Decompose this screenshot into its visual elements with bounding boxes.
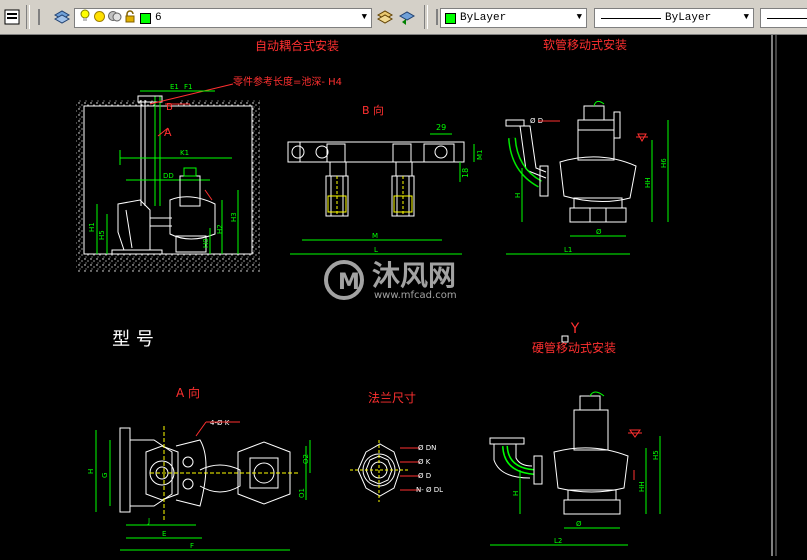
title-soft-pipe: 软管移动式安装 (543, 37, 627, 52)
make-current-layer-icon[interactable] (375, 7, 395, 27)
svg-text:J: J (147, 517, 150, 525)
svg-text:H0: H0 (202, 238, 210, 248)
svg-text:E: E (162, 530, 166, 538)
svg-text:H5: H5 (98, 230, 106, 240)
svg-text:L: L (374, 246, 378, 254)
svg-text:29: 29 (436, 123, 446, 132)
layer-dropdown[interactable]: 6 ▼ (74, 8, 372, 28)
linetype-value: ByLayer (665, 12, 712, 24)
svg-text:沐风网: 沐风网 (372, 259, 456, 292)
layer-name: 6 (155, 12, 162, 24)
on-off-bulb-icon[interactable] (79, 9, 91, 27)
drawing-canvas[interactable]: 自动耦合式安装 软管移动式安装 硬管移动式安装 Y B 向 A 向 法兰尺寸 型… (0, 35, 807, 556)
lineweight-dropdown[interactable] (760, 8, 807, 28)
svg-text:F: F (190, 542, 194, 550)
lock-icon[interactable] (124, 9, 136, 27)
layers-toolbar: 6 ▼ ByLayer ▼ ByLayer ▼ (0, 0, 807, 35)
svg-text:B: B (166, 102, 173, 113)
lineweight-preview (767, 17, 807, 19)
svg-text:4-Ø K: 4-Ø K (210, 419, 230, 427)
svg-text:H: H (87, 469, 95, 474)
title-model: 型 号 (112, 329, 154, 350)
title-auto-coupling: 自动耦合式安装 (255, 38, 339, 53)
layer-previous-icon[interactable] (397, 7, 417, 27)
soft-pipe-view: Ø D H6 HH H Ø L1 (505, 100, 669, 255)
title-hard-pipe: 硬管移动式安装 (532, 340, 616, 355)
color-swatch-icon (445, 12, 456, 24)
svg-text:K1: K1 (180, 149, 189, 157)
svg-text:Ø K: Ø K (418, 458, 431, 466)
svg-text:Ø D: Ø D (418, 472, 431, 480)
color-value: ByLayer (460, 12, 507, 24)
svg-text:H2: H2 (216, 224, 224, 234)
svg-text:M: M (372, 232, 378, 240)
viewport-freeze-icon[interactable] (108, 10, 122, 27)
properties-icon[interactable] (2, 7, 22, 27)
svg-text:O2: O2 (302, 454, 310, 464)
svg-text:A: A (164, 126, 172, 139)
svg-text:H: H (514, 193, 522, 198)
layer-properties-icon[interactable] (52, 7, 72, 27)
part-length-note: 零件参考长度=池深- H4 (233, 75, 342, 88)
svg-text:N- Ø DL: N- Ø DL (416, 486, 443, 494)
svg-text:G: G (101, 473, 109, 478)
svg-text:H1: H1 (88, 222, 96, 232)
chevron-down-icon[interactable]: ▼ (577, 12, 582, 22)
svg-text:www.mfcad.com: www.mfcad.com (374, 290, 457, 301)
title-view-a: A 向 (176, 385, 200, 400)
freeze-sun-icon[interactable] (93, 10, 106, 27)
svg-text:L1: L1 (564, 246, 572, 254)
chevron-down-icon[interactable]: ▼ (744, 12, 749, 22)
title-flange: 法兰尺寸 (368, 391, 416, 405)
svg-text:H6: H6 (660, 158, 668, 168)
title-view-b: B 向 (362, 103, 384, 117)
svg-text:H5: H5 (652, 450, 660, 460)
color-swatch-icon (140, 12, 151, 24)
chevron-down-icon[interactable]: ▼ (362, 12, 367, 22)
watermark: M 沐风网 www.mfcad.com (324, 259, 457, 301)
color-dropdown[interactable]: ByLayer ▼ (440, 8, 587, 28)
svg-text:18: 18 (461, 168, 470, 178)
linetype-dropdown[interactable]: ByLayer ▼ (594, 8, 754, 28)
svg-text:H3: H3 (230, 212, 238, 222)
svg-text:F1: F1 (184, 83, 192, 91)
auto-coupling-view: B A E1 F1 K1 DD H1 H5 H2 H3 H0 (76, 83, 260, 272)
svg-text:E1: E1 (170, 83, 179, 91)
svg-text:HH: HH (638, 481, 646, 492)
hard-pipe-view: H5 HH H Ø L2 (489, 391, 661, 546)
flange-view: Ø DN Ø K Ø D N- Ø DL (350, 440, 443, 502)
svg-text:Ø: Ø (576, 520, 582, 528)
svg-text:M1: M1 (476, 150, 484, 161)
svg-text:O1: O1 (298, 488, 306, 498)
svg-text:L2: L2 (554, 537, 562, 545)
svg-text:DD: DD (163, 172, 174, 180)
view-a: 4-Ø K H G O1 O2 J E F (87, 419, 311, 551)
svg-text:H: H (512, 491, 520, 496)
svg-text:Ø: Ø (596, 228, 602, 236)
grip-icon (30, 7, 50, 27)
svg-text:Ø DN: Ø DN (418, 444, 436, 452)
y-mark: Y (570, 321, 580, 337)
linetype-preview (601, 17, 661, 19)
cad-drawing: 自动耦合式安装 软管移动式安装 硬管移动式安装 Y B 向 A 向 法兰尺寸 型… (76, 35, 777, 556)
watermark-logo-icon: M (338, 270, 360, 295)
svg-text:HH: HH (644, 177, 652, 188)
view-b: M L 29 M1 18 (287, 123, 484, 255)
